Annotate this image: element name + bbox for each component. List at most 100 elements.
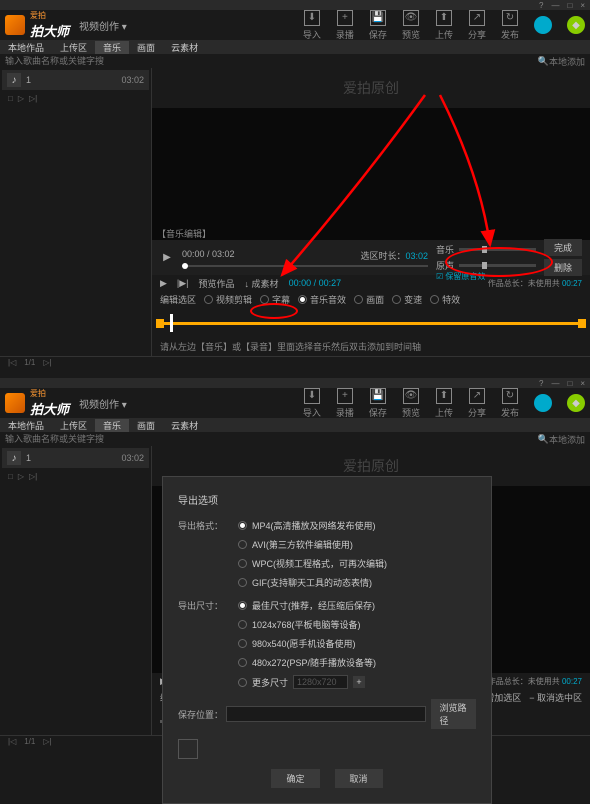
keep-original-checkbox[interactable]: ☑ 保留原音效 <box>436 271 485 282</box>
record-button[interactable]: +录播 <box>336 10 354 41</box>
minimize-button[interactable]: — <box>551 1 559 10</box>
save-button[interactable]: 💾保存 <box>369 10 387 41</box>
track-next-icon[interactable]: ▷| <box>29 94 37 103</box>
tab-cloud[interactable]: 云素材 <box>163 41 206 54</box>
tab-music[interactable]: 音乐 <box>95 419 129 432</box>
format-avi[interactable]: AVI(第三方软件编辑使用) <box>238 538 476 551</box>
radio-speed[interactable]: 变速 <box>392 293 422 306</box>
progress-bar[interactable] <box>182 265 428 267</box>
apple-button[interactable] <box>534 16 552 34</box>
radio-audio[interactable]: 音乐音效 <box>298 293 346 306</box>
track-item[interactable]: ♪ 1 03:02 <box>2 70 149 90</box>
delete-button[interactable]: 删除 <box>544 259 582 276</box>
size-best[interactable]: 最佳尺寸(推荐，经压缩后保存) <box>238 599 476 612</box>
timeline-step[interactable]: |▶| <box>177 278 189 289</box>
tab-music[interactable]: 音乐 <box>95 41 129 54</box>
footer-nav-next[interactable]: ▷| <box>43 358 51 367</box>
ok-button[interactable]: 确定 <box>271 769 319 788</box>
android-button[interactable]: ◆ <box>567 394 585 412</box>
maximize-button[interactable]: □ <box>567 1 572 10</box>
import-button[interactable]: ⬇导入 <box>303 388 321 419</box>
track-number: 1 <box>26 75 31 85</box>
radio-video-cut[interactable]: 视频剪辑 <box>204 293 252 306</box>
tab-upload[interactable]: 上传区 <box>52 419 95 432</box>
share-button[interactable]: ↗分享 <box>468 388 486 419</box>
brand-sub: 爱拍 <box>30 10 69 21</box>
size-more[interactable]: 更多尺寸 + <box>238 675 476 689</box>
search-icon[interactable]: 🔍 <box>538 434 549 445</box>
brand-name: 拍大师 <box>30 21 69 40</box>
app-logo <box>5 393 25 413</box>
timeline[interactable] <box>152 307 590 337</box>
track-checkbox[interactable]: □ <box>8 472 13 481</box>
local-add-button[interactable]: 本地添加 <box>549 55 585 68</box>
timeline-play[interactable]: ▶ <box>160 278 167 289</box>
local-add-button[interactable]: 本地添加 <box>549 433 585 446</box>
radio-fx[interactable]: 特效 <box>430 293 460 306</box>
search-input[interactable] <box>5 434 538 444</box>
size-480[interactable]: 480x272(PSP/随手播放设备等) <box>238 656 476 669</box>
import-button[interactable]: ⬇导入 <box>303 10 321 41</box>
play-button[interactable]: ▶ <box>160 251 174 265</box>
done-button[interactable]: 完成 <box>544 239 582 256</box>
tab-picture[interactable]: 画面 <box>129 41 163 54</box>
track-item[interactable]: ♪ 1 03:02 <box>2 448 149 468</box>
save-button[interactable]: 💾保存 <box>369 388 387 419</box>
android-button[interactable]: ◆ <box>567 16 585 34</box>
size-980[interactable]: 980x540(愿手机设备使用) <box>238 637 476 650</box>
footer-nav-prev[interactable]: |◁ <box>8 737 16 746</box>
preview-button[interactable]: 👁预览 <box>402 388 420 419</box>
add-material-tab[interactable]: ↓ 成素材 <box>245 277 279 290</box>
upload-button[interactable]: ⬆上传 <box>435 10 453 41</box>
radio-picture[interactable]: 画面 <box>354 293 384 306</box>
minimize-button[interactable]: — <box>551 379 559 388</box>
sound-volume-slider[interactable] <box>459 264 536 267</box>
radio-subtitle[interactable]: 字幕 <box>260 293 290 306</box>
upload-button[interactable]: ⬆上传 <box>435 388 453 419</box>
publish-button[interactable]: ↻发布 <box>501 10 519 41</box>
add-size-button[interactable]: + <box>353 676 365 688</box>
app-logo <box>5 15 25 35</box>
tab-upload[interactable]: 上传区 <box>52 41 95 54</box>
search-icon[interactable]: 🔍 <box>538 56 549 67</box>
mode-dropdown[interactable]: 视频创作 ▾ <box>79 396 127 411</box>
tab-cloud[interactable]: 云素材 <box>163 419 206 432</box>
tab-local-works[interactable]: 本地作品 <box>0 419 52 432</box>
tab-picture[interactable]: 画面 <box>129 419 163 432</box>
track-play-icon[interactable]: ▷ <box>18 94 24 103</box>
save-path-input[interactable] <box>226 706 427 722</box>
cancel-button[interactable]: 取消 <box>335 769 383 788</box>
format-gif[interactable]: GIF(支持聊天工具的动态表情) <box>238 576 476 589</box>
audio-edit-label: 【音乐编辑】 <box>157 227 211 240</box>
help-icon[interactable]: ? <box>539 1 543 10</box>
preview-canvas: 【音乐编辑】 <box>152 108 590 240</box>
custom-size-input[interactable] <box>293 675 348 689</box>
browse-button[interactable]: 浏览路径 <box>431 699 476 729</box>
format-wpc[interactable]: WPC(视频工程格式，可再次编辑) <box>238 557 476 570</box>
track-duration: 03:02 <box>121 75 144 85</box>
footer-nav-prev[interactable]: |◁ <box>8 358 16 367</box>
maximize-button[interactable]: □ <box>567 379 572 388</box>
cancel-region-button[interactable]: − 取消选中区 <box>529 691 582 704</box>
preview-thumb <box>178 739 198 759</box>
apple-button[interactable] <box>534 394 552 412</box>
size-label: 导出尺寸： <box>178 599 238 689</box>
publish-button[interactable]: ↻发布 <box>501 388 519 419</box>
format-mp4[interactable]: MP4(高清播放及网络发布使用) <box>238 519 476 532</box>
close-button[interactable]: × <box>580 1 585 10</box>
help-icon[interactable]: ? <box>539 379 543 388</box>
track-checkbox[interactable]: □ <box>8 94 13 103</box>
close-button[interactable]: × <box>580 379 585 388</box>
mode-dropdown[interactable]: 视频创作 ▾ <box>79 18 127 33</box>
music-volume-slider[interactable] <box>459 248 536 251</box>
preview-button[interactable]: 👁预览 <box>402 10 420 41</box>
tab-local-works[interactable]: 本地作品 <box>0 41 52 54</box>
track-play-icon[interactable]: ▷ <box>18 472 24 481</box>
search-input[interactable] <box>5 56 538 66</box>
footer-nav-next[interactable]: ▷| <box>43 737 51 746</box>
share-button[interactable]: ↗分享 <box>468 10 486 41</box>
size-1024[interactable]: 1024x768(平板电脑等设备) <box>238 618 476 631</box>
preview-work-tab[interactable]: 预览作品 <box>199 277 235 290</box>
track-next-icon[interactable]: ▷| <box>29 472 37 481</box>
record-button[interactable]: +录播 <box>336 388 354 419</box>
